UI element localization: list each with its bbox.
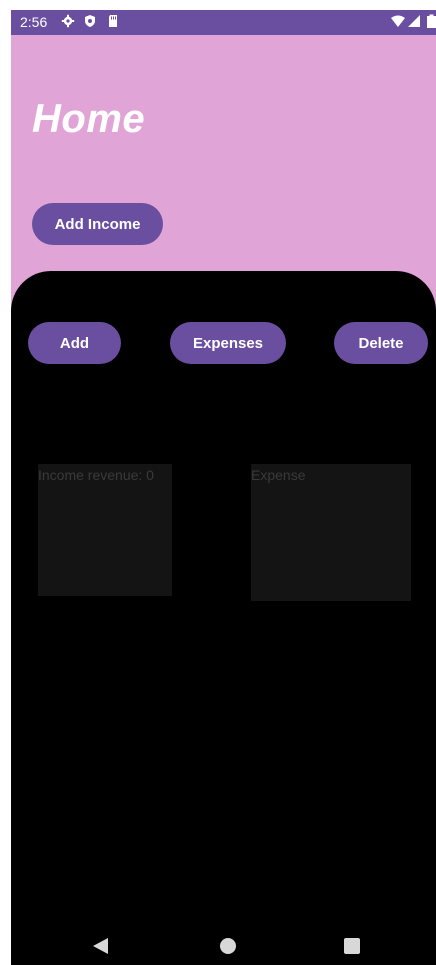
expenses-button[interactable]: Expenses (170, 322, 286, 364)
status-bar: 2:56 (11, 10, 436, 35)
back-icon[interactable] (93, 938, 108, 954)
expense-card: Expense (251, 464, 411, 601)
delete-button[interactable]: Delete (334, 322, 428, 364)
add-income-button[interactable]: Add Income (32, 203, 163, 245)
page-title: Home (32, 97, 146, 141)
gear-icon (61, 14, 75, 28)
battery-icon (427, 14, 436, 28)
wifi-icon (391, 15, 405, 27)
income-card: Income revenue: 0 (38, 464, 172, 596)
recents-icon[interactable] (344, 938, 360, 954)
header-section: Home Add Income (11, 35, 436, 310)
signal-icon (408, 15, 420, 27)
home-icon[interactable] (220, 938, 236, 954)
app-screen: 2:56 Home Add Income Add Expenses Delete… (11, 10, 436, 965)
expense-text: Expense (251, 467, 306, 483)
shield-icon (85, 15, 95, 27)
status-time: 2:56 (20, 14, 48, 30)
income-revenue-text: Income revenue: 0 (38, 467, 154, 483)
add-button[interactable]: Add (28, 322, 121, 364)
content-panel: Add Expenses Delete Income revenue: 0 Ex… (11, 271, 436, 965)
navigation-bar (11, 925, 436, 965)
sd-card-icon (109, 15, 117, 27)
